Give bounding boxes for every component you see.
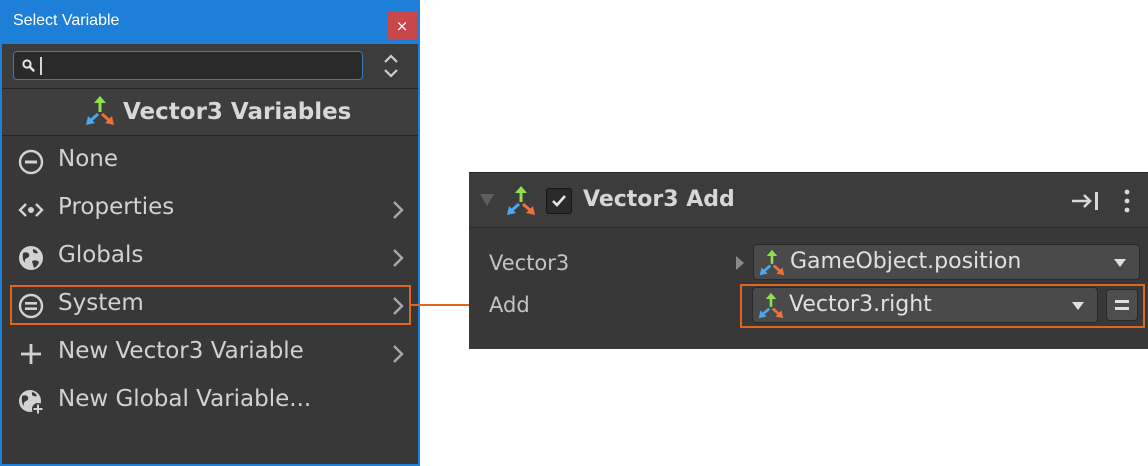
goto-icon[interactable] [1070, 190, 1102, 212]
variable-toggle-button[interactable] [1106, 289, 1138, 321]
search-icon [22, 59, 35, 72]
close-button[interactable]: × [387, 11, 417, 40]
dropdown-value: GameObject.position [790, 249, 1022, 274]
select-variable-window: Select Variable × Vector3 Variables None… [0, 0, 420, 466]
search-input[interactable] [13, 51, 363, 80]
add-field-highlight-box [740, 284, 1145, 328]
system-highlight-box [10, 285, 411, 325]
vector3-value-dropdown[interactable]: GameObject.position [753, 244, 1140, 280]
sort-toggle-icon[interactable] [377, 51, 405, 81]
kebab-menu-icon[interactable] [1121, 188, 1133, 214]
menu-item-none[interactable]: None [2, 139, 418, 183]
chevron-right-icon [393, 201, 404, 219]
menu-item-new-vector3-variable[interactable]: New Vector3 Variable [2, 331, 418, 375]
menu-item-label: Properties [58, 194, 175, 220]
plus-icon [21, 344, 41, 364]
category-header: Vector3 Variables [2, 89, 418, 136]
none-circle-icon [18, 149, 44, 175]
category-title: Vector3 Variables [123, 99, 352, 125]
enabled-checkbox[interactable] [546, 188, 572, 214]
chevron-right-icon [393, 249, 404, 267]
checkmark-icon [552, 195, 566, 207]
field-label-vector3: Vector3 [489, 251, 570, 275]
expand-triangle-icon[interactable] [734, 254, 746, 272]
globe-add-icon [19, 390, 44, 415]
text-caret [40, 57, 42, 75]
properties-icon [18, 203, 44, 217]
menu-item-label: Globals [58, 242, 144, 268]
equals-icon [1115, 300, 1129, 310]
vector3-icon [759, 249, 785, 276]
vector3-icon [86, 96, 114, 125]
menu-item-globals[interactable]: Globals [2, 235, 418, 279]
menu-item-label: None [58, 146, 119, 172]
globe-icon [19, 246, 43, 270]
menu-item-properties[interactable]: Properties [2, 187, 418, 231]
window-body: Vector3 Variables None Properties Global… [2, 44, 418, 464]
menu-item-label: New Vector3 Variable [58, 338, 304, 364]
window-title: Select Variable [13, 12, 120, 29]
field-label-add: Add [489, 293, 530, 317]
menu-item-label: New Global Variable... [58, 386, 312, 412]
vector3-icon [507, 186, 535, 215]
close-icon: × [395, 16, 409, 35]
action-header: Vector3 Add [469, 172, 1148, 228]
menu-item-new-global-variable[interactable]: New Global Variable... [2, 379, 418, 423]
search-row [2, 44, 418, 89]
foldout-triangle-icon[interactable] [479, 192, 495, 208]
chevron-right-icon [393, 345, 404, 363]
action-title: Vector3 Add [583, 187, 735, 212]
dropdown-arrow-icon [1114, 259, 1126, 267]
